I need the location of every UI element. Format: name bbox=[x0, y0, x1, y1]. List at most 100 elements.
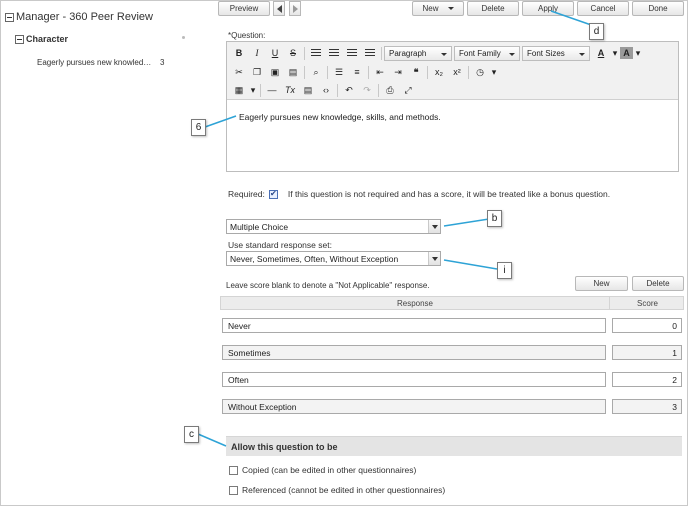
numbered-list-icon[interactable]: ≡ bbox=[348, 64, 366, 80]
required-label: Required: bbox=[228, 189, 265, 199]
toolbar-divider bbox=[304, 65, 305, 79]
referenced-option[interactable]: Referenced (cannot be edited in other qu… bbox=[229, 485, 445, 495]
paragraph-select[interactable]: Paragraph bbox=[384, 45, 452, 61]
apply-button[interactable]: Apply bbox=[522, 1, 574, 16]
bullet-list-icon[interactable]: ☰ bbox=[330, 64, 348, 80]
tree-category[interactable]: Character bbox=[15, 34, 68, 44]
source-code-icon[interactable]: ‹› bbox=[317, 82, 335, 98]
callout-c: c bbox=[184, 426, 199, 443]
toolbar-row-2: ✂ ❐ ▣ ▤ ⌕ ☰ ≡ ⇤ ⇥ ❝ x₂ x² ◷ ▾ bbox=[230, 64, 499, 80]
copied-label: Copied (can be edited in other questionn… bbox=[242, 465, 417, 475]
align-center-icon[interactable] bbox=[325, 45, 343, 61]
superscript-icon[interactable]: x² bbox=[448, 64, 466, 80]
find-icon[interactable]: ⌕ bbox=[307, 64, 325, 80]
collapse-icon[interactable] bbox=[5, 12, 14, 22]
tree-root[interactable]: Manager - 360 Peer Review bbox=[5, 11, 153, 23]
response-input[interactable]: Sometimes bbox=[222, 345, 606, 360]
font-family-select[interactable]: Font Family bbox=[454, 45, 520, 61]
new-response-button[interactable]: New bbox=[575, 276, 628, 291]
chevron-down-icon[interactable]: ▾ bbox=[489, 64, 499, 80]
required-checkbox[interactable]: ✔ bbox=[268, 189, 278, 199]
toolbar-divider bbox=[260, 83, 261, 97]
blockquote-icon[interactable]: ❝ bbox=[407, 64, 425, 80]
new-button-label: New bbox=[422, 4, 439, 13]
delete-response-button[interactable]: Delete bbox=[632, 276, 684, 291]
response-input[interactable]: Without Exception bbox=[222, 399, 606, 414]
question-editor[interactable]: B I U S Paragraph Font Family Font Sizes… bbox=[226, 41, 679, 172]
toolbar-divider bbox=[368, 65, 369, 79]
allow-section-header: Allow this question to be bbox=[226, 436, 682, 456]
required-row: Required: ✔ If this question is not requ… bbox=[228, 189, 610, 199]
response-input[interactable]: Never bbox=[222, 318, 606, 333]
score-input[interactable]: 1 bbox=[612, 345, 682, 360]
copied-checkbox[interactable] bbox=[229, 465, 238, 475]
print-icon[interactable]: ⎙ bbox=[381, 82, 399, 98]
horizontal-rule-icon[interactable]: — bbox=[263, 82, 281, 98]
toolbar-divider bbox=[337, 83, 338, 97]
chevron-down-icon bbox=[509, 52, 515, 56]
toolbar-row-1: B I U S Paragraph Font Family Font Sizes… bbox=[230, 45, 643, 61]
paste-text-icon[interactable]: ▤ bbox=[284, 64, 302, 80]
strikethrough-icon[interactable]: S bbox=[284, 45, 302, 61]
undo-icon[interactable]: ↶ bbox=[340, 82, 358, 98]
italic-icon[interactable]: I bbox=[248, 45, 266, 61]
clock-icon[interactable]: ◷ bbox=[471, 64, 489, 80]
tree-item-question[interactable]: Eagerly pursues new knowledge, skills, a… bbox=[37, 58, 177, 67]
callout-b: b bbox=[487, 210, 502, 227]
arrow-left-icon bbox=[276, 4, 282, 13]
next-button[interactable] bbox=[289, 1, 301, 16]
chevron-down-icon[interactable]: ▾ bbox=[248, 82, 258, 98]
response-input[interactable]: Often bbox=[222, 372, 606, 387]
font-size-select[interactable]: Font Sizes bbox=[522, 45, 590, 61]
callout-6: 6 bbox=[191, 119, 206, 136]
question-label: *Question: bbox=[228, 31, 266, 40]
copy-icon[interactable]: ❐ bbox=[248, 64, 266, 80]
outdent-icon[interactable]: ⇤ bbox=[371, 64, 389, 80]
copied-option[interactable]: Copied (can be edited in other questionn… bbox=[229, 465, 416, 475]
preview-button[interactable]: Preview bbox=[218, 1, 270, 16]
done-button[interactable]: Done bbox=[632, 1, 684, 16]
score-input[interactable]: 0 bbox=[612, 318, 682, 333]
bold-icon[interactable]: B bbox=[230, 45, 248, 61]
chevron-down-icon[interactable]: ▾ bbox=[610, 45, 620, 61]
table-icon[interactable]: ▦ bbox=[230, 82, 248, 98]
delete-button[interactable]: Delete bbox=[467, 1, 519, 16]
score-input[interactable]: 3 bbox=[612, 399, 682, 414]
chevron-down-icon[interactable] bbox=[428, 252, 440, 265]
score-input[interactable]: 2 bbox=[612, 372, 682, 387]
visual-blocks-icon[interactable]: ▤ bbox=[299, 82, 317, 98]
question-type-select[interactable]: Multiple Choice bbox=[226, 219, 441, 234]
chevron-down-icon[interactable] bbox=[428, 220, 440, 233]
editor-toolbar: B I U S Paragraph Font Family Font Sizes… bbox=[227, 42, 678, 100]
response-set-select[interactable]: Never, Sometimes, Often, Without Excepti… bbox=[226, 251, 441, 266]
previous-button[interactable] bbox=[273, 1, 285, 16]
subscript-icon[interactable]: x₂ bbox=[430, 64, 448, 80]
underline-icon[interactable]: U bbox=[266, 45, 284, 61]
tree-item-label: Eagerly pursues new knowledge, skills, a… bbox=[37, 58, 152, 67]
collapse-icon[interactable] bbox=[15, 34, 24, 44]
background-color-icon[interactable]: A bbox=[620, 47, 633, 59]
font-size-select-label: Font Sizes bbox=[527, 48, 565, 58]
question-text[interactable]: Eagerly pursues new knowledge, skills, a… bbox=[239, 112, 441, 122]
indent-icon[interactable]: ⇥ bbox=[389, 64, 407, 80]
drag-handle-icon[interactable] bbox=[182, 36, 185, 39]
toolbar-divider bbox=[468, 65, 469, 79]
required-note: If this question is not required and has… bbox=[287, 189, 611, 199]
clear-format-icon[interactable]: Tx bbox=[281, 82, 299, 98]
fullscreen-icon[interactable]: ⤢ bbox=[399, 82, 417, 98]
response-set-value: Never, Sometimes, Often, Without Excepti… bbox=[230, 253, 399, 264]
redo-icon[interactable]: ↷ bbox=[358, 82, 376, 98]
align-justify-icon[interactable] bbox=[361, 45, 379, 61]
paste-icon[interactable]: ▣ bbox=[266, 64, 284, 80]
response-table-header: Response Score bbox=[220, 296, 684, 310]
cut-icon[interactable]: ✂ bbox=[230, 64, 248, 80]
cancel-button[interactable]: Cancel bbox=[577, 1, 629, 16]
question-type-value: Multiple Choice bbox=[230, 221, 289, 232]
chevron-down-icon[interactable]: ▾ bbox=[633, 45, 643, 61]
align-right-icon[interactable] bbox=[343, 45, 361, 61]
text-color-icon[interactable]: A bbox=[592, 45, 610, 61]
referenced-checkbox[interactable] bbox=[229, 485, 238, 495]
score-column-header: Score bbox=[609, 297, 685, 309]
new-button[interactable]: New bbox=[412, 1, 464, 16]
align-left-icon[interactable] bbox=[307, 45, 325, 61]
